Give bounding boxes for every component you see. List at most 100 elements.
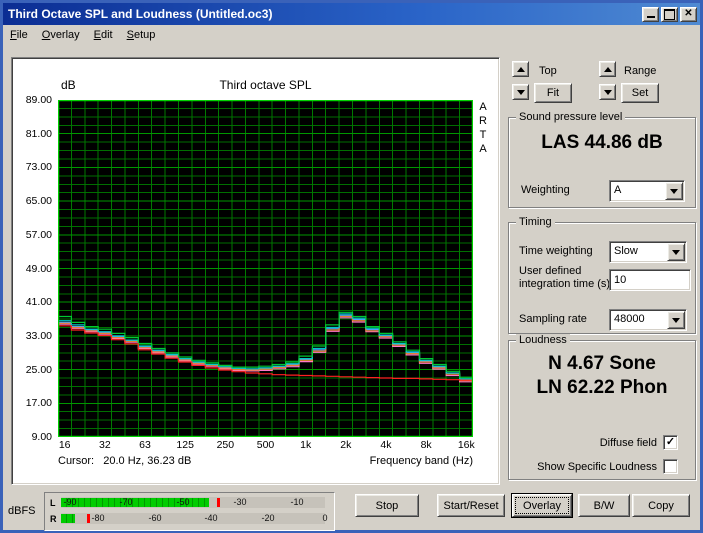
meter-scale-label: -90 <box>63 497 77 507</box>
x-tick-label: 250 <box>216 439 235 451</box>
time-weighting-label: Time weighting <box>519 245 593 257</box>
meter-peak-marker <box>217 498 220 507</box>
x-tick-label: 63 <box>139 439 151 451</box>
maximize-button[interactable] <box>661 6 678 22</box>
spl-plot[interactable] <box>58 100 473 437</box>
menu-item-setup[interactable]: Setup <box>120 27 163 43</box>
range-label: Range <box>624 65 657 77</box>
chevron-down-icon <box>670 188 678 194</box>
meter-scale-label: -30 <box>233 497 247 507</box>
weighting-value: A <box>614 184 622 196</box>
menu-item-overlay[interactable]: Overlay <box>35 27 87 43</box>
meter-level-fill <box>61 514 75 523</box>
menu-bar: File Overlay Edit Setup <box>3 25 700 44</box>
spl-group: Sound pressure level LAS 44.86 dB Weight… <box>508 111 696 208</box>
x-tick-label: 16 <box>58 439 71 451</box>
b-w-button[interactable]: B/W <box>578 494 630 517</box>
channel-label: R <box>50 514 57 524</box>
fit-button[interactable]: Fit <box>534 83 572 103</box>
y-tick-label: 33.00 <box>25 329 52 342</box>
time-weighting-select[interactable]: Slow <box>609 241 687 263</box>
close-button[interactable]: ✕ <box>680 6 697 22</box>
meter-row-l: L -90 -70 -50 -30 -10 <box>45 497 334 509</box>
loudness-group-title: Loudness <box>516 334 570 346</box>
x-tick-label: 1k <box>300 439 312 451</box>
meter-scale-label: -80 <box>91 513 105 523</box>
menu-item-edit[interactable]: Edit <box>87 27 120 43</box>
minimize-button[interactable] <box>642 6 659 22</box>
meter-scale-label: -20 <box>261 513 275 523</box>
x-tick-label: 500 <box>256 439 275 451</box>
close-icon: ✕ <box>684 8 693 19</box>
y-tick-label: 41.00 <box>25 296 52 309</box>
x-tick-label: 125 <box>176 439 194 451</box>
timing-group-title: Timing <box>516 216 555 228</box>
sampling-rate-select[interactable]: 48000 <box>609 309 687 331</box>
x-axis: 16 32 63 125 250 500 1k 2k 4k 8k 16k <box>58 439 475 451</box>
show-specific-loudness-label: Show Specific Loudness <box>537 461 657 473</box>
show-specific-loudness-checkbox[interactable] <box>663 459 678 474</box>
overlay-button[interactable]: Overlay <box>512 494 572 517</box>
integration-time-input[interactable] <box>609 269 691 291</box>
arta-letter: R <box>479 115 487 127</box>
y-tick-label: 57.00 <box>25 228 52 241</box>
titlebar-buttons: ✕ <box>642 6 700 22</box>
sampling-rate-dropdown-button[interactable] <box>667 311 685 329</box>
loudness-group: Loudness N 4.67 Sone LN 62.22 Phon Diffu… <box>508 334 696 480</box>
arta-letter: A <box>479 101 487 113</box>
range-down-button[interactable] <box>599 84 616 100</box>
start-reset-button[interactable]: Start/Reset <box>437 494 505 517</box>
x-tick-label: 16k <box>457 439 475 451</box>
chevron-down-icon <box>672 249 680 255</box>
meter-bar: -90 -70 -50 -30 -10 <box>61 497 325 508</box>
window-title: Third Octave SPL and Loudness (Untitled.… <box>8 7 273 21</box>
diffuse-field-checkbox[interactable]: ✓ <box>663 435 678 450</box>
integration-time-label: User defined integration time (s) <box>519 265 611 290</box>
copy-button[interactable]: Copy <box>632 494 690 517</box>
down-arrow-icon <box>516 89 525 95</box>
y-tick-label: 73.00 <box>25 161 52 174</box>
y-tick-label: 25.00 <box>25 363 52 376</box>
x-axis-label: Frequency band (Hz) <box>369 455 473 467</box>
timing-group: Timing Time weighting Slow User defined … <box>508 216 696 334</box>
meter-scale-label: -50 <box>176 497 190 507</box>
meter-row-r: R -80 -60 -40 -20 0 <box>45 513 334 525</box>
meter-scale-label: -10 <box>290 497 304 507</box>
channel-label: L <box>50 498 56 508</box>
meter-scale-label: -70 <box>119 497 133 507</box>
time-weighting-value: Slow <box>614 245 638 257</box>
loudness-ln-value: LN 62.22 Phon <box>536 377 668 398</box>
chevron-down-icon <box>672 317 680 323</box>
up-arrow-icon <box>603 66 612 72</box>
stop-button[interactable]: Stop <box>355 494 419 517</box>
dbfs-label: dBFS <box>8 505 36 517</box>
y-tick-label: 49.00 <box>25 262 52 275</box>
set-button[interactable]: Set <box>621 83 659 103</box>
sampling-rate-value: 48000 <box>614 313 645 325</box>
spl-value: LAS 44.86 dB <box>541 132 663 153</box>
chart-panel: dB Third octave SPL ARTA 89.00 81.00 73.00… <box>11 57 500 485</box>
sampling-rate-label: Sampling rate <box>519 313 587 325</box>
menu-item-file[interactable]: File <box>3 27 35 43</box>
weighting-select[interactable]: A <box>609 180 685 202</box>
top-label: Top <box>539 65 557 77</box>
chart-title: Third octave SPL <box>219 78 312 92</box>
meter-peak-marker <box>87 514 90 523</box>
meter-scale-label: 0 <box>322 513 328 523</box>
top-down-button[interactable] <box>512 84 529 100</box>
weighting-dropdown-button[interactable] <box>665 182 683 200</box>
time-weighting-dropdown-button[interactable] <box>667 243 685 261</box>
arta-letter: A <box>479 143 487 155</box>
meter-scale-label: -60 <box>148 513 162 523</box>
top-up-button[interactable] <box>512 61 529 77</box>
range-up-button[interactable] <box>599 61 616 77</box>
y-tick-label: 17.00 <box>25 397 52 410</box>
down-arrow-icon <box>603 89 612 95</box>
x-tick-label: 2k <box>340 439 352 451</box>
diffuse-field-label: Diffuse field <box>599 437 657 449</box>
y-axis: 89.00 81.00 73.00 65.00 57.00 49.00 41.00 33.00… <box>12 94 55 443</box>
titlebar[interactable]: Third Octave SPL and Loudness (Untitled.… <box>3 3 700 25</box>
weighting-label: Weighting <box>521 184 570 196</box>
x-tick-label: 32 <box>99 439 111 451</box>
x-tick-label: 8k <box>420 439 432 451</box>
